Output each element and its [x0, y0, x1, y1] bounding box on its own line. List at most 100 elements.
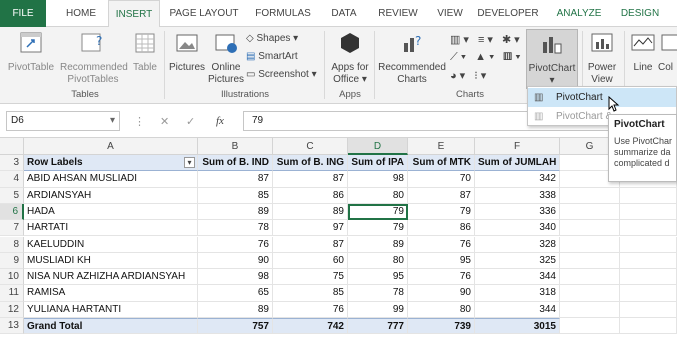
- value-cell[interactable]: 344: [475, 301, 560, 318]
- pie-chart-dropdown[interactable]: ◕▾ ⁝▾: [450, 69, 489, 82]
- empty-cell[interactable]: [620, 203, 677, 221]
- value-cell[interactable]: 78: [348, 285, 408, 302]
- recommended-pivottables-button[interactable]: ? Recommended PivotTables: [60, 31, 128, 86]
- enter-icon[interactable]: ✓: [186, 115, 195, 128]
- row-header[interactable]: 4: [0, 171, 24, 188]
- tab-review[interactable]: REVIEW: [372, 0, 424, 27]
- value-cell[interactable]: 97: [273, 220, 348, 237]
- name-box[interactable]: D6 ▾: [6, 111, 120, 131]
- shapes-button[interactable]: ◇ Shapes ▾: [246, 33, 298, 44]
- empty-cell[interactable]: [620, 187, 677, 204]
- pictures-button[interactable]: Pictures: [168, 31, 206, 74]
- value-cell[interactable]: 87: [273, 236, 348, 253]
- column-header-cell[interactable]: Sum of JUMLAH: [475, 155, 560, 172]
- value-cell[interactable]: 85: [198, 187, 273, 204]
- value-cell[interactable]: 80: [348, 187, 408, 204]
- row-label-cell[interactable]: Row Labels ▾: [24, 155, 198, 172]
- tab-analyze[interactable]: ANALYZE: [550, 0, 608, 27]
- tab-data[interactable]: DATA: [322, 0, 366, 27]
- value-cell[interactable]: 79: [348, 220, 408, 237]
- empty-cell[interactable]: [560, 269, 620, 286]
- value-cell[interactable]: 3015: [475, 318, 560, 335]
- smartart-button[interactable]: ▤ SmartArt: [246, 51, 298, 62]
- tab-home[interactable]: HOME: [58, 0, 104, 27]
- value-cell[interactable]: 70: [408, 171, 475, 188]
- column-sparkline-button[interactable]: Col: [658, 31, 677, 74]
- value-cell[interactable]: 79: [408, 203, 475, 221]
- power-view-button[interactable]: Power View: [584, 31, 620, 86]
- empty-cell[interactable]: [560, 220, 620, 237]
- value-cell[interactable]: 344: [475, 269, 560, 286]
- empty-cell[interactable]: [560, 301, 620, 318]
- tab-developer[interactable]: DEVELOPER: [476, 0, 540, 27]
- row-header[interactable]: 8: [0, 236, 24, 253]
- value-cell[interactable]: 757: [198, 318, 273, 335]
- value-cell[interactable]: 338: [475, 187, 560, 204]
- line-chart-dropdown[interactable]: ⟋▾ ▲▾ ▥▾: [450, 51, 524, 64]
- chevron-down-icon[interactable]: ▾: [110, 112, 115, 130]
- column-header-cell[interactable]: Sum of MTK: [408, 155, 475, 172]
- tab-design[interactable]: DESIGN: [614, 0, 666, 27]
- value-cell[interactable]: 95: [348, 269, 408, 286]
- value-cell[interactable]: 89: [198, 301, 273, 318]
- value-cell[interactable]: 79: [348, 203, 408, 221]
- empty-cell[interactable]: [620, 318, 677, 335]
- column-header-d[interactable]: D: [348, 138, 408, 155]
- value-cell[interactable]: 739: [408, 318, 475, 335]
- empty-cell[interactable]: [620, 252, 677, 270]
- value-cell[interactable]: 318: [475, 285, 560, 302]
- value-cell[interactable]: 777: [348, 318, 408, 335]
- row-header[interactable]: 3: [0, 155, 24, 172]
- empty-cell[interactable]: [620, 236, 677, 253]
- column-header-a[interactable]: A: [24, 138, 198, 155]
- apps-for-office-button[interactable]: Apps for Office ▾: [328, 31, 372, 86]
- column-header-b[interactable]: B: [198, 138, 273, 155]
- pivotchart-button[interactable]: PivotChart ▾: [526, 29, 578, 89]
- empty-cell[interactable]: [560, 318, 620, 335]
- row-header[interactable]: 5: [0, 187, 24, 204]
- value-cell[interactable]: 98: [198, 269, 273, 286]
- row-header[interactable]: 12: [0, 301, 24, 318]
- row-label-cell[interactable]: HADA: [24, 203, 198, 221]
- value-cell[interactable]: 80: [348, 252, 408, 270]
- value-cell[interactable]: 76: [273, 301, 348, 318]
- row-header[interactable]: 6: [0, 203, 24, 221]
- empty-cell[interactable]: [560, 252, 620, 270]
- value-cell[interactable]: 95: [408, 252, 475, 270]
- pivottable-button[interactable]: PivotTable: [6, 31, 56, 74]
- value-cell[interactable]: 86: [408, 220, 475, 237]
- insert-function-icon[interactable]: fx: [216, 115, 224, 127]
- menu-item-pivotchart[interactable]: ▥ PivotChart: [528, 88, 676, 107]
- row-header[interactable]: 11: [0, 285, 24, 302]
- value-cell[interactable]: 76: [408, 236, 475, 253]
- value-cell[interactable]: 328: [475, 236, 560, 253]
- value-cell[interactable]: 76: [198, 236, 273, 253]
- column-header-f[interactable]: F: [475, 138, 560, 155]
- row-label-cell[interactable]: NISA NUR AZHIZHA ARDIANSYAH: [24, 269, 198, 286]
- empty-cell[interactable]: [620, 285, 677, 302]
- tab-formulas[interactable]: FORMULAS: [250, 0, 316, 27]
- column-header-e[interactable]: E: [408, 138, 475, 155]
- value-cell[interactable]: 90: [198, 252, 273, 270]
- row-header[interactable]: 9: [0, 252, 24, 270]
- empty-cell[interactable]: [560, 187, 620, 204]
- filter-dropdown-icon[interactable]: ▾: [184, 157, 195, 168]
- row-header[interactable]: 10: [0, 269, 24, 286]
- empty-cell[interactable]: [560, 236, 620, 253]
- value-cell[interactable]: 75: [273, 269, 348, 286]
- row-label-cell[interactable]: ARDIANSYAH: [24, 187, 198, 204]
- screenshot-button[interactable]: ▭ Screenshot ▾: [246, 69, 317, 80]
- value-cell[interactable]: 78: [198, 220, 273, 237]
- value-cell[interactable]: 336: [475, 203, 560, 221]
- value-cell[interactable]: 65: [198, 285, 273, 302]
- value-cell[interactable]: 742: [273, 318, 348, 335]
- value-cell[interactable]: 87: [408, 187, 475, 204]
- line-sparkline-button[interactable]: Line: [628, 31, 658, 74]
- value-cell[interactable]: 89: [348, 236, 408, 253]
- column-header-cell[interactable]: Sum of IPA: [348, 155, 408, 172]
- value-cell[interactable]: 325: [475, 252, 560, 270]
- value-cell[interactable]: 340: [475, 220, 560, 237]
- value-cell[interactable]: 76: [408, 269, 475, 286]
- column-chart-dropdown[interactable]: ▥▾ ≡▾ ✱▾: [450, 33, 523, 46]
- value-cell[interactable]: 89: [273, 203, 348, 221]
